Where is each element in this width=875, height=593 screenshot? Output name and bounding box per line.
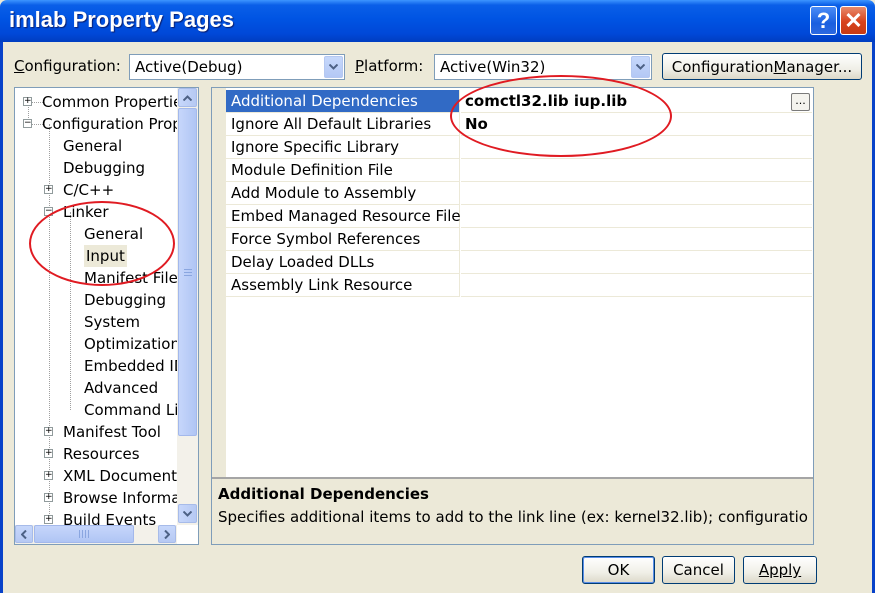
annotation-circle-linker: [29, 201, 175, 286]
tree-item-label: Common Propertie: [42, 93, 177, 111]
tree-item[interactable]: + XML Document (: [15, 465, 177, 487]
property-value: [461, 205, 812, 228]
description-panel: Additional Dependencies Specifies additi…: [212, 477, 813, 544]
tree-item[interactable]: Debugging: [15, 289, 177, 311]
tree-item-label: Debugging: [63, 159, 146, 177]
property-row[interactable]: Delay Loaded DLLs: [226, 251, 812, 274]
scroll-up-button[interactable]: [178, 88, 197, 107]
expand-icon[interactable]: +: [44, 185, 53, 194]
tree-vertical-scrollbar[interactable]: [177, 88, 198, 525]
configuration-label: Configuration:: [14, 57, 121, 75]
tree-item[interactable]: + Browse Informa: [15, 487, 177, 509]
cancel-button[interactable]: Cancel: [662, 556, 735, 584]
property-row[interactable]: Force Symbol References: [226, 228, 812, 251]
chevron-down-icon[interactable]: [631, 56, 650, 78]
tree-item-label: C/C++: [63, 181, 115, 199]
apply-button[interactable]: Apply: [743, 556, 817, 584]
tree-items: + Common Propertie − Configuration Prop Gene…: [15, 88, 177, 528]
configuration-value: Active(Debug): [135, 58, 243, 76]
property-grid: Additional Dependencies comctl32.lib iup.…: [211, 87, 814, 545]
description-title: Additional Dependencies: [218, 485, 429, 503]
expand-icon[interactable]: +: [44, 493, 53, 502]
tree-item-label: Command Lir: [84, 401, 177, 419]
tree-item-label: Configuration Prop: [42, 115, 177, 133]
tree-item-label: Advanced: [84, 379, 159, 397]
property-value: [461, 159, 812, 182]
horizontal-scroll-thumb[interactable]: [34, 525, 134, 543]
tree-item[interactable]: Optimization: [15, 333, 177, 355]
tree-item[interactable]: General: [15, 135, 177, 157]
chevron-down-icon[interactable]: [324, 56, 343, 78]
tree-item-label: Optimization: [84, 335, 177, 353]
expand-icon[interactable]: +: [44, 515, 53, 524]
tree-item[interactable]: Embedded ID: [15, 355, 177, 377]
expand-icon[interactable]: +: [44, 471, 53, 480]
tree-item-label: XML Document (: [63, 467, 177, 485]
tree-item[interactable]: Debugging: [15, 157, 177, 179]
property-name: Module Definition File: [226, 159, 460, 182]
property-name: Additional Dependencies: [226, 90, 460, 113]
tree-item[interactable]: + Common Propertie: [15, 91, 177, 113]
property-name: Embed Managed Resource File: [226, 205, 461, 228]
property-row[interactable]: Add Module to Assembly: [226, 182, 812, 205]
tree-item-label: System: [84, 313, 140, 331]
tree-item[interactable]: + C/C++: [15, 179, 177, 201]
tree-horizontal-scrollbar[interactable]: [15, 525, 177, 544]
apply-label: Apply: [758, 561, 802, 579]
help-button[interactable]: ?: [810, 6, 837, 35]
close-button[interactable]: ✕: [840, 6, 867, 35]
tree-item[interactable]: + Resources: [15, 443, 177, 465]
scroll-right-button[interactable]: [158, 525, 176, 543]
property-name: Assembly Link Resource: [226, 274, 460, 297]
platform-label: Platform:: [355, 57, 424, 75]
grid-gutter: [212, 88, 226, 477]
title-bar: imlab Property Pages ? ✕: [0, 0, 875, 42]
expand-icon[interactable]: +: [23, 97, 32, 106]
tree-item-label: Embedded ID: [84, 357, 177, 375]
ellipsis-button[interactable]: ...: [791, 93, 810, 111]
configuration-manager-button[interactable]: Configuration Manager...: [662, 53, 862, 80]
tree-item[interactable]: System: [15, 311, 177, 333]
property-value: [461, 182, 812, 205]
platform-value: Active(Win32): [440, 58, 546, 76]
window-frame-left: [0, 42, 3, 593]
tree-item[interactable]: Advanced: [15, 377, 177, 399]
property-row[interactable]: Assembly Link Resource: [226, 274, 812, 297]
tree-item-label: Debugging: [84, 291, 167, 309]
property-row[interactable]: Module Definition File: [226, 159, 812, 182]
tree-item-label: Resources: [63, 445, 140, 463]
property-name: Ignore Specific Library: [226, 136, 460, 159]
description-text: Specifies additional items to add to the…: [218, 508, 808, 526]
property-name: Delay Loaded DLLs: [226, 251, 460, 274]
help-icon: ?: [816, 7, 831, 33]
property-name: Ignore All Default Libraries: [226, 113, 460, 136]
collapse-icon[interactable]: −: [23, 119, 32, 128]
tree-item[interactable]: Command Lir: [15, 399, 177, 421]
property-value: [461, 228, 812, 251]
property-name: Add Module to Assembly: [226, 182, 460, 205]
tree-item-label: Browse Informa: [63, 489, 177, 507]
settings-tree: + Common Propertie − Configuration Prop Gene…: [14, 87, 199, 545]
tree-item-label: General: [63, 137, 123, 155]
property-row[interactable]: Embed Managed Resource File: [226, 205, 812, 228]
expand-icon[interactable]: +: [44, 427, 53, 436]
tree-item[interactable]: + Manifest Tool: [15, 421, 177, 443]
scroll-down-button[interactable]: [178, 504, 197, 523]
tree-item[interactable]: − Configuration Prop: [15, 113, 177, 135]
configuration-dropdown[interactable]: Active(Debug): [129, 54, 345, 80]
close-icon: ✕: [844, 7, 863, 33]
expand-icon[interactable]: +: [44, 449, 53, 458]
scroll-left-button[interactable]: [15, 525, 33, 543]
window-title: imlab Property Pages: [9, 7, 234, 32]
property-name: Force Symbol References: [226, 228, 460, 251]
tree-item-label: Manifest Tool: [63, 423, 161, 441]
property-value: [461, 274, 812, 297]
scroll-thumb[interactable]: [178, 108, 197, 436]
ok-button[interactable]: OK: [582, 556, 655, 584]
annotation-circle-dependencies: [450, 75, 672, 157]
property-value: [461, 251, 812, 274]
